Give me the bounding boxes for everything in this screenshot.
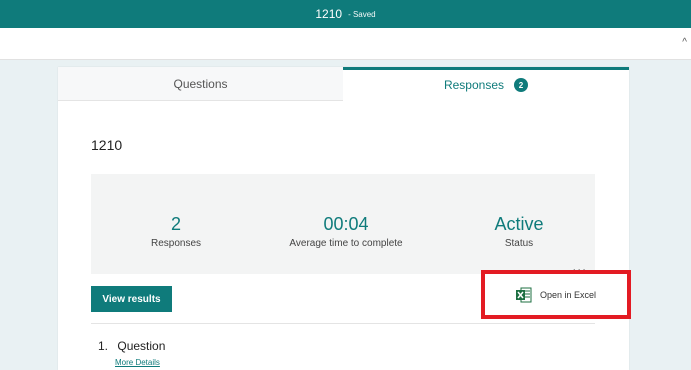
excel-icon	[515, 287, 532, 302]
divider	[91, 323, 595, 324]
open-in-excel-button[interactable]: Open in Excel	[481, 270, 631, 319]
tab-responses[interactable]: Responses 2	[343, 67, 629, 100]
stat-responses: 2 Responses	[136, 214, 216, 249]
question-label: Question	[117, 339, 166, 353]
top-bar: 1210 - Saved	[0, 0, 691, 28]
tab-questions-label: Questions	[173, 76, 228, 91]
question-number: 1.	[98, 339, 109, 353]
form-name: 1210	[315, 7, 343, 21]
toolbar: ^	[0, 28, 691, 60]
stat-average-time: 00:04 Average time to complete	[266, 214, 426, 249]
tab-responses-label: Responses	[443, 78, 505, 92]
tab-questions[interactable]: Questions	[58, 67, 343, 101]
response-count-badge: 2	[514, 78, 529, 92]
stat-status-value: Active	[494, 214, 544, 234]
stat-status-label: Status	[504, 238, 534, 249]
chevron-up-icon[interactable]: ^	[682, 37, 687, 48]
page-title: 1210	[91, 137, 123, 153]
question-item: 1. Question	[98, 339, 165, 353]
open-in-excel-label: Open in Excel	[539, 289, 597, 300]
stat-average-time-label: Average time to complete	[289, 238, 403, 249]
stat-responses-label: Responses	[150, 238, 202, 249]
tab-bar: Questions Responses 2	[58, 67, 629, 101]
stat-average-time-value: 00:04	[323, 214, 369, 234]
view-results-button[interactable]: View results	[91, 286, 172, 312]
save-status: - Saved	[348, 9, 376, 19]
more-details-link[interactable]: More Details	[115, 358, 160, 367]
responses-card: Questions Responses 2 1210 2 Responses 0…	[58, 67, 631, 370]
stats-panel: 2 Responses 00:04 Average time to comple…	[91, 174, 595, 274]
stat-status: Active Status	[474, 214, 564, 249]
stat-responses-value: 2	[170, 214, 181, 234]
